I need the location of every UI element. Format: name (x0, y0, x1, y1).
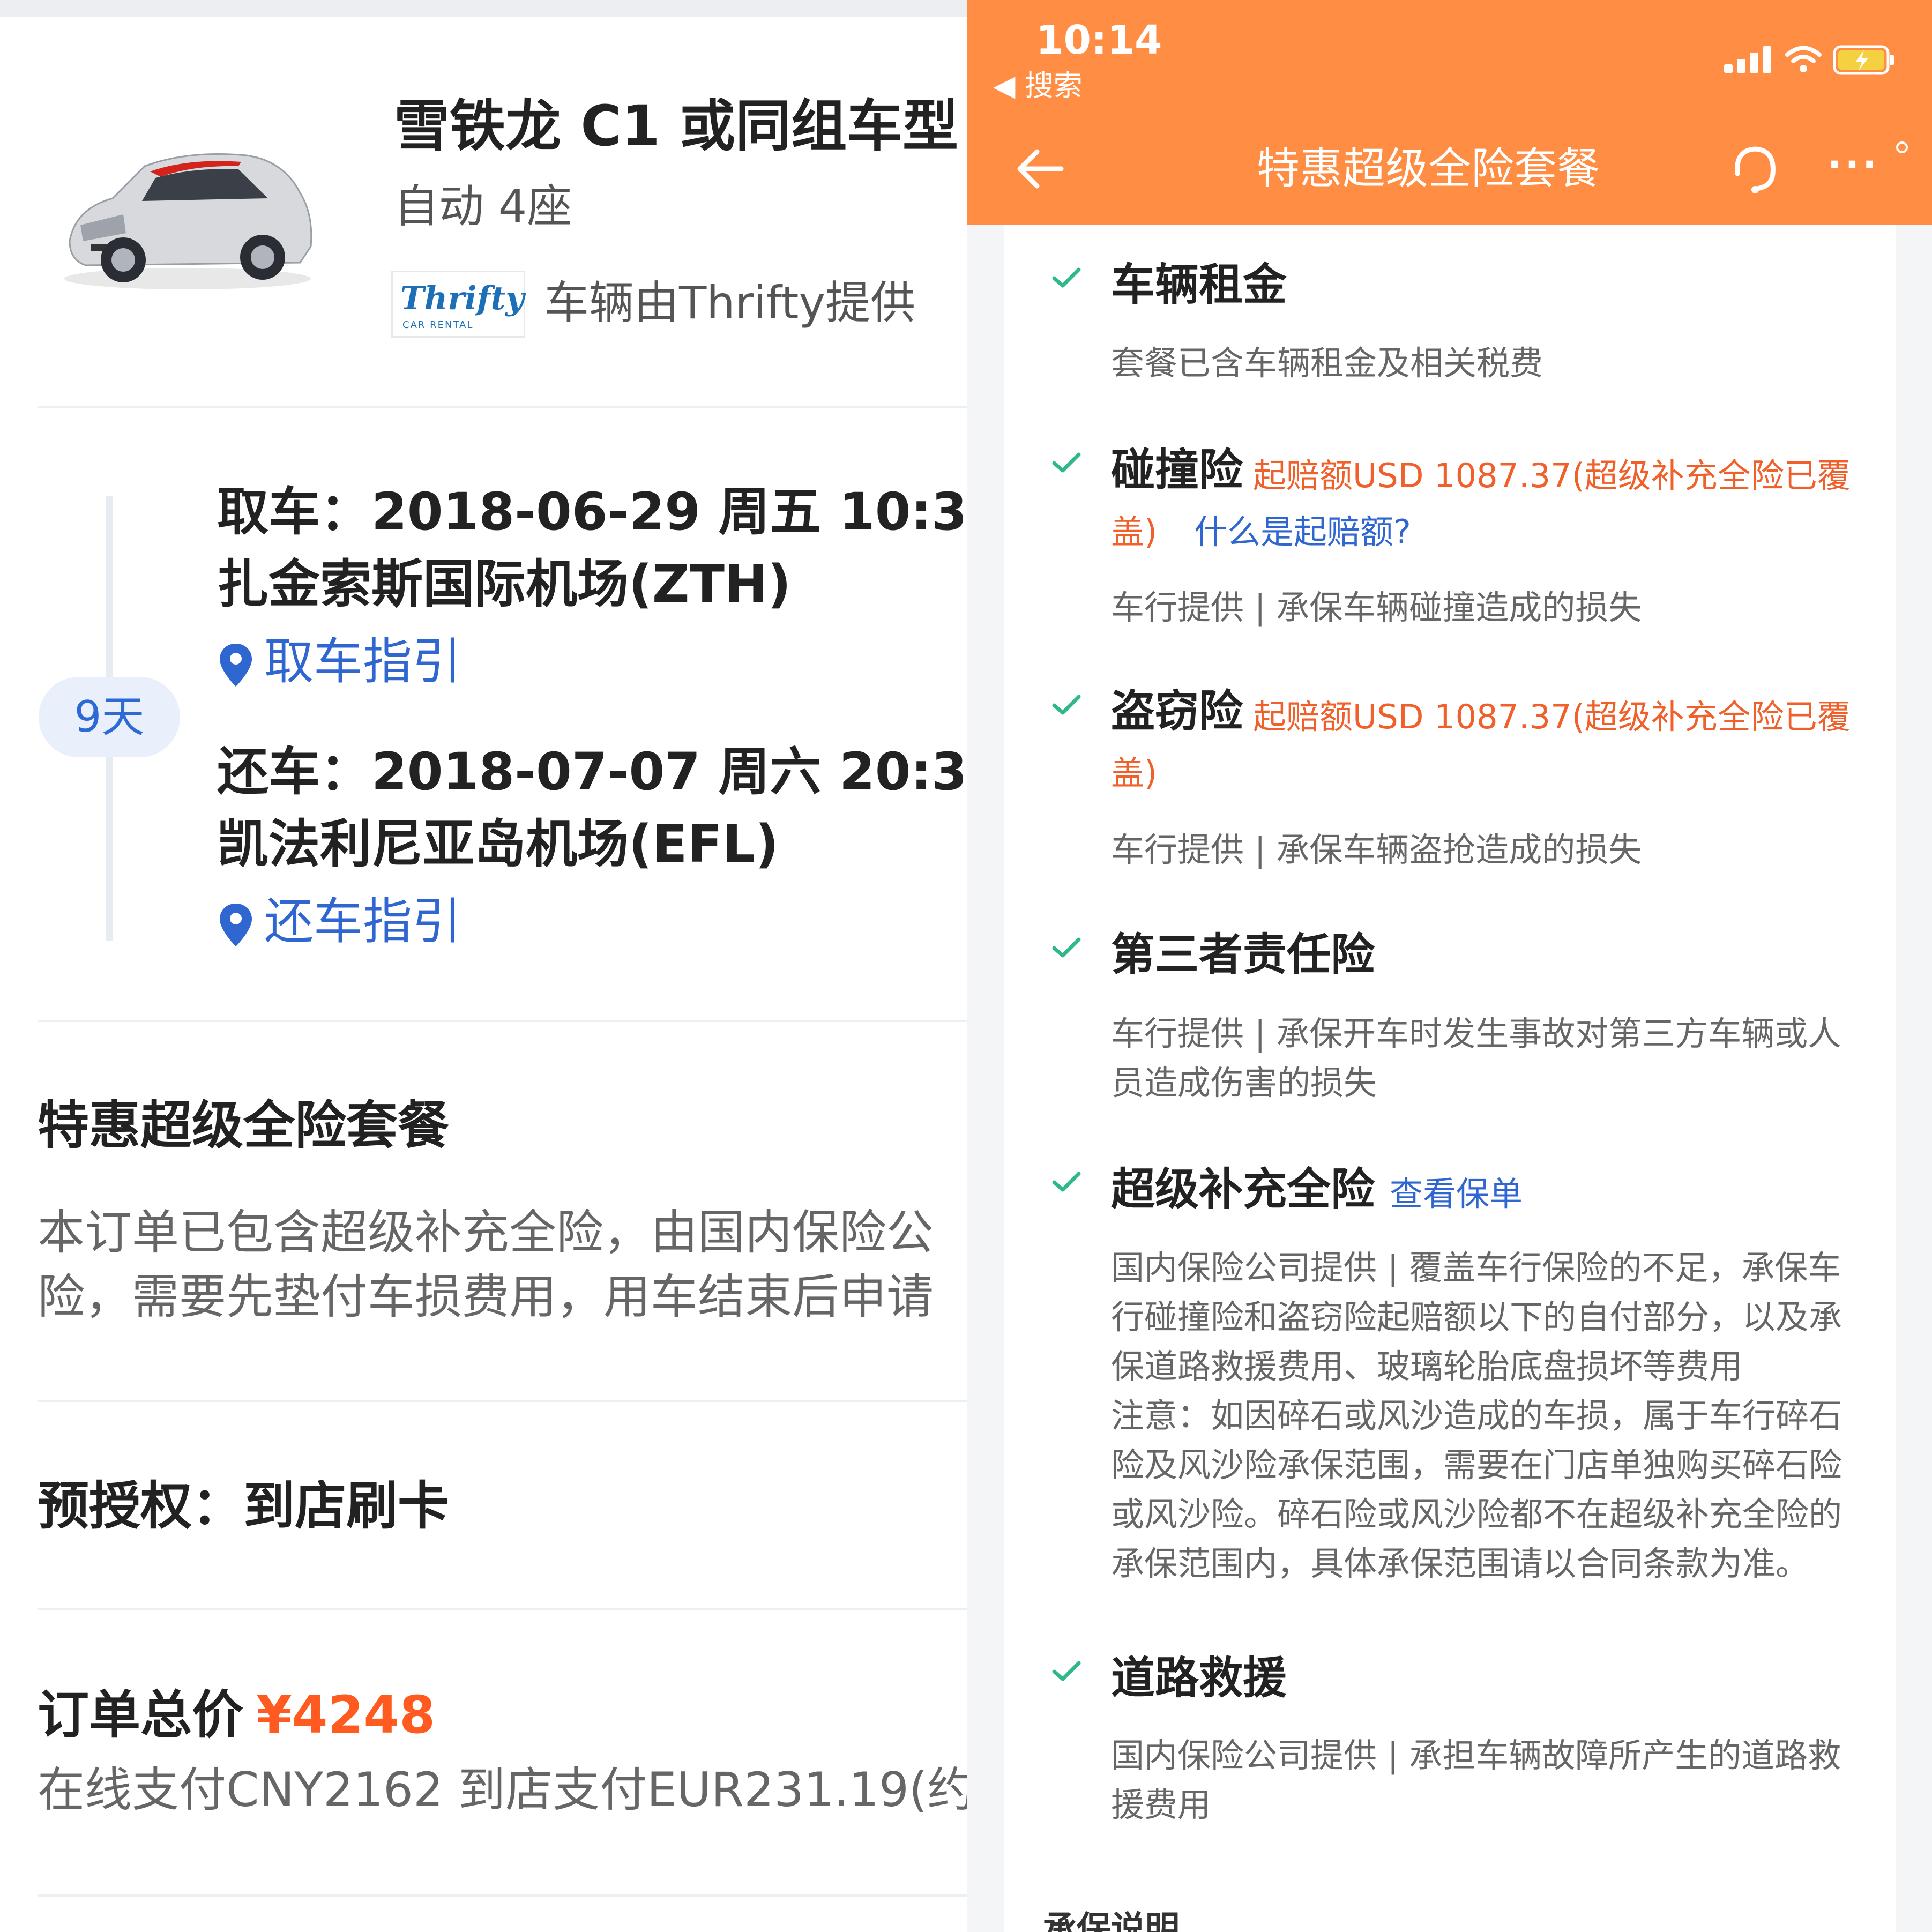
coverage-title-rent: 车辆租金 (1111, 259, 1287, 310)
package-desc-line: 本订单已包含超级补充全险，由国内保险公 (38, 1205, 934, 1260)
coverage-desc: 车行提供 | 承保车辆碰撞造成的损失 (1111, 588, 1642, 627)
page-title: 特惠超级全险套餐 (1257, 144, 1600, 193)
wifi-icon (1785, 46, 1822, 72)
payment-detail: 在线支付CNY2162 到店支付EUR231.19(约 (38, 1762, 967, 1817)
coverage-desc: 国内保险公司提供 | 承担车辆故障所产生的道路救 (1111, 1736, 1841, 1775)
car-spec: 自动 4座 (394, 180, 572, 233)
coverage-title-super-insurance: 超级补充全险 (1111, 1164, 1375, 1215)
dropoff-time: 还车：2018-07-07 周六 20:30 (217, 742, 967, 802)
status-back-to-app[interactable]: ◀ 搜索 (993, 67, 1083, 105)
theft-deductible-cont: 盖) (1111, 754, 1158, 793)
pickup-guide-link[interactable]: 取车指引 (217, 630, 461, 694)
status-time: 10:14 (1036, 17, 1162, 63)
preauth-text: 预授权：到店刷卡 (38, 1476, 449, 1536)
coverage-desc: 援费用 (1111, 1785, 1211, 1824)
check-icon (1052, 1661, 1081, 1681)
divider (38, 1400, 967, 1402)
coverage-desc: 行碰撞险和盗窃险起赔额以下的自付部分，以及承 (1111, 1297, 1843, 1337)
vendor-logo-sub: CAR RENTAL (402, 319, 474, 331)
coverage-notes-header: 承保说明 (1042, 1909, 1180, 1932)
pickup-time: 取车：2018-06-29 周五 10:30 (217, 482, 967, 542)
battery-icon (1833, 45, 1894, 75)
check-icon (1052, 695, 1081, 715)
coverage-card: 车辆租金 套餐已含车辆租金及相关税费 碰撞险 起赔额USD 1087.37(超级… (1004, 225, 1896, 1932)
coverage-desc: 员造成伤害的损失 (1111, 1063, 1377, 1102)
thrifty-logo: Thrifty CAR RENTAL (391, 271, 525, 338)
location-pin-icon (220, 643, 252, 687)
coverage-desc: 国内保险公司提供 | 覆盖车行保险的不足，承保车 (1111, 1248, 1841, 1287)
check-icon (1052, 1172, 1081, 1192)
check-icon (1052, 937, 1081, 958)
vendor-logo-text: Thrifty (400, 280, 525, 317)
coverage-title-theft: 盗窃险 (1111, 686, 1243, 737)
divider (38, 1020, 967, 1022)
what-is-deductible-link[interactable]: 什么是起赔额? (1194, 505, 1411, 559)
coverage-desc: 车行提供 | 承保开车时发生事故对第三方车辆或人 (1111, 1014, 1841, 1053)
coverage-note: 注意：如因碎石或风沙造成的车损，属于车行碎石 (1111, 1396, 1843, 1435)
customer-service-icon[interactable] (1726, 140, 1785, 199)
coverage-note: 险及风沙险承保范围，需要在门店单独购买碎石险 (1111, 1445, 1843, 1485)
collision-deductible: 起赔额USD 1087.37(超级补充全险已覆 (1253, 456, 1851, 495)
back-arrow-icon[interactable] (1010, 137, 1075, 201)
collision-deductible-cont: 盖) (1111, 512, 1158, 551)
more-icon[interactable]: ··· (1827, 140, 1880, 189)
coverage-title-road-assistance: 道路救援 (1111, 1653, 1287, 1704)
coverage-desc: 保道路救援费用、玻璃轮胎底盘损坏等费用 (1111, 1347, 1743, 1386)
top-strip (0, 0, 967, 17)
dropoff-location: 凯法利尼亚岛机场(EFL) (217, 814, 779, 874)
dropoff-guide-link[interactable]: 还车指引 (217, 890, 461, 954)
divider (38, 406, 967, 408)
check-icon (1052, 452, 1081, 473)
dropoff-guide-label: 还车指引 (264, 893, 462, 950)
vendor-text: 车辆由Thrifty提供 (544, 277, 916, 329)
coverage-title-collision: 碰撞险 (1111, 445, 1243, 496)
package-title: 特惠超级全险套餐 (38, 1095, 449, 1155)
order-total: 订单总价 ¥4248 (38, 1680, 435, 1750)
theft-deductible: 起赔额USD 1087.37(超级补充全险已覆 (1253, 697, 1851, 736)
app-header: 10:14 ◀ 搜索 特惠超级全险套餐 ··· (967, 0, 1932, 225)
coverage-desc: 车行提供 | 承保车辆盗抢造成的损失 (1111, 830, 1642, 869)
pickup-guide-label: 取车指引 (264, 633, 462, 690)
package-desc-line: 险，需要先垫付车损费用，用车结束后申请 (38, 1269, 934, 1324)
order-detail-panel: 雪铁龙 C1 或同组车型 自动 4座 Thrifty CAR RENTAL 车辆… (0, 0, 967, 1932)
car-model-title: 雪铁龙 C1 或同组车型 (394, 93, 959, 159)
order-total-price: ¥4248 (256, 1685, 435, 1745)
view-policy-link[interactable]: 查看保单 (1390, 1167, 1523, 1221)
divider (38, 1608, 967, 1610)
coverage-note: 承保范围内，具体承保范围请以合同条款为准。 (1111, 1544, 1809, 1583)
notification-dot (1896, 141, 1908, 153)
divider (38, 1894, 967, 1897)
coverage-note: 或风沙险。碎石险或风沙险都不在超级补充全险的 (1111, 1495, 1843, 1534)
coverage-desc: 套餐已含车辆租金及相关税费 (1111, 344, 1543, 383)
car-image (64, 153, 312, 289)
pickup-location: 扎金索斯国际机场(ZTH) (217, 554, 792, 614)
insurance-detail-panel: 10:14 ◀ 搜索 特惠超级全险套餐 ··· 车辆租金 套餐已含车辆租金及相关… (967, 0, 1932, 1932)
check-icon (1052, 267, 1081, 288)
order-total-label: 订单总价 (38, 1685, 243, 1745)
coverage-title-third-party: 第三者责任险 (1111, 929, 1375, 980)
rental-days-badge: 9天 (39, 677, 180, 757)
location-pin-icon (220, 903, 252, 946)
